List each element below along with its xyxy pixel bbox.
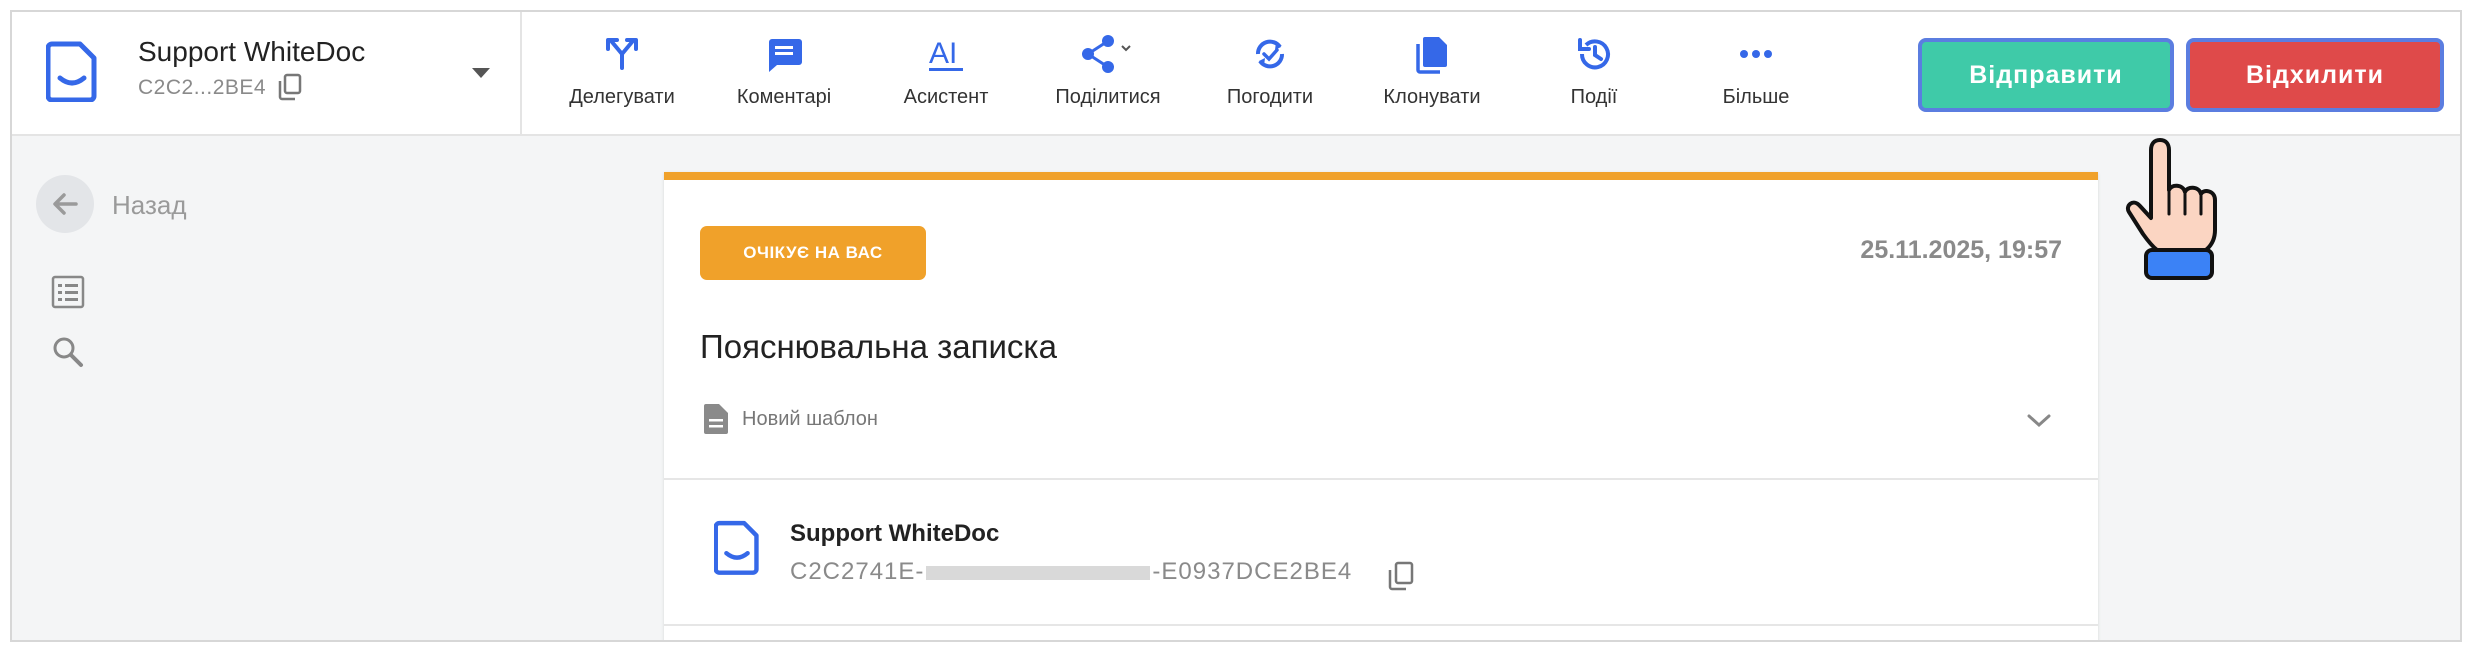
sender-logo-icon [714, 520, 759, 575]
redacted-block [926, 565, 1151, 580]
assistant-label: Асистент [903, 86, 989, 108]
sender-id-suffix: -E0937DCE2BE4 [1152, 558, 1353, 585]
clone-button[interactable]: Клонувати [1352, 34, 1512, 124]
copy-icon[interactable] [1386, 560, 1416, 592]
top-header: Support WhiteDoc C2C2...2BE4 Делегувати [12, 12, 2460, 136]
sender-id: C2C2741E- -E0937DCE2BE4 [790, 558, 1352, 586]
back-label[interactable]: Назад [112, 190, 187, 221]
document-date: 25.11.2025, 19:57 [1860, 236, 2062, 264]
back-button[interactable] [36, 175, 94, 233]
share-label: Поділитися [1055, 86, 1161, 108]
comments-button[interactable]: Коментарі [704, 34, 864, 124]
delegate-button[interactable]: Делегувати [542, 34, 702, 124]
document-name: Support WhiteDoc [138, 36, 366, 67]
clone-label: Клонувати [1383, 86, 1481, 108]
comment-icon [769, 39, 802, 72]
chevron-down-icon[interactable] [2026, 412, 2052, 430]
more-icon [1740, 50, 1772, 58]
document-title: Пояснювальна записка [700, 328, 1057, 365]
history-icon [1578, 38, 1610, 70]
document-logo-icon [46, 41, 97, 102]
more-label: Більше [1722, 86, 1790, 108]
document-card: ОЧІКУЄ НА ВАС 25.11.2025, 19:57 Пояснюва… [664, 172, 2098, 640]
share-button[interactable]: Поділитися [1028, 34, 1188, 124]
list-view-icon[interactable] [50, 274, 86, 310]
approve-icon [1255, 39, 1285, 69]
more-button[interactable]: Більше [1676, 34, 1836, 124]
template-file-icon [704, 404, 728, 434]
assistant-icon: AI [929, 37, 963, 71]
delegate-icon [606, 38, 638, 70]
clone-icon [1416, 37, 1447, 74]
document-id: C2C2...2BE4 [138, 76, 267, 99]
share-icon [1082, 35, 1131, 73]
divider [664, 478, 2098, 480]
sender-id-prefix: C2C2741E- [790, 558, 925, 585]
svg-text:AI: AI [929, 37, 957, 70]
hand-pointer-icon [2126, 138, 2217, 280]
divider [664, 624, 2098, 626]
delegate-label: Делегувати [569, 86, 675, 108]
approve-label: Погодити [1226, 86, 1314, 108]
history-button[interactable]: Події [1514, 34, 1674, 124]
template-label: Новий шаблон [742, 408, 878, 430]
send-button[interactable]: Відправити [1918, 38, 2174, 112]
chevron-down-icon[interactable] [472, 68, 490, 78]
comments-label: Коментарі [736, 86, 832, 108]
search-icon[interactable] [50, 334, 86, 370]
arrow-left-icon [53, 193, 78, 215]
document-selector[interactable]: Support WhiteDoc C2C2...2BE4 [12, 12, 522, 136]
app-window: Support WhiteDoc C2C2...2BE4 Делегувати [10, 10, 2462, 642]
assistant-button[interactable]: AI Асистент [866, 34, 1026, 124]
sender-name: Support WhiteDoc [790, 520, 1000, 547]
approve-button[interactable]: Погодити [1190, 34, 1350, 124]
history-label: Події [1570, 86, 1618, 108]
reject-button[interactable]: Відхилити [2186, 38, 2444, 112]
status-badge: ОЧІКУЄ НА ВАС [700, 226, 926, 280]
copy-icon[interactable] [276, 72, 304, 102]
